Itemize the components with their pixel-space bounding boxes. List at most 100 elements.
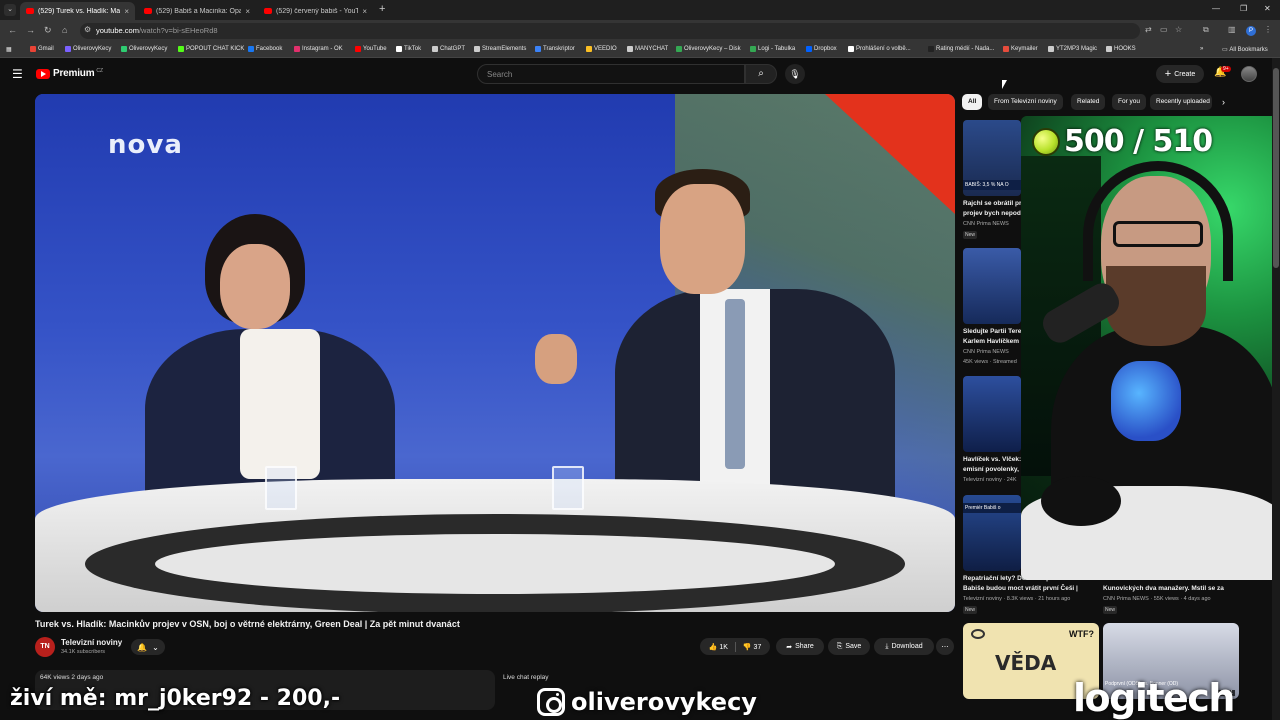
download-icon: ⤓	[885, 642, 889, 650]
recommendation-title[interactable]: Kunovických dva manažery. Mstil se za	[1103, 584, 1233, 594]
recommendation-title-line2[interactable]: projev bych nepodí	[963, 209, 1023, 219]
chip-recently-uploaded[interactable]: Recently uploaded	[1150, 94, 1212, 110]
subscription-notifications-button[interactable]: 🔔 ⌄	[131, 639, 165, 655]
more-actions-button[interactable]: ⋯	[936, 638, 954, 655]
recommendation-title-line2[interactable]: Karlem Havlíčkem	[963, 337, 1023, 347]
maximize-icon[interactable]: ❐	[1240, 4, 1247, 13]
channel-name[interactable]: Televizní noviny	[61, 638, 122, 647]
water-glass	[552, 466, 584, 510]
translate-icon[interactable]: ⇄	[1145, 25, 1152, 34]
bookmark-item[interactable]: Rating médií - Nada...	[928, 46, 994, 52]
chevron-right-icon[interactable]: ›	[1222, 97, 1225, 107]
bookmark-item[interactable]: YouTube	[355, 46, 387, 52]
url-path: /watch?v=bi-sEHeoRd8	[138, 26, 218, 35]
channel-avatar[interactable]: TN	[35, 637, 55, 657]
bookmark-star-icon[interactable]: ☆	[1175, 25, 1182, 34]
recommendation-title[interactable]: Sledujte Partii Terez	[963, 327, 1023, 337]
voice-search-button[interactable]: 🎙	[785, 64, 805, 84]
sidepanel-icon[interactable]: ▥	[1228, 25, 1236, 34]
search-button[interactable]: ⌕	[745, 64, 777, 84]
chip-from-channel[interactable]: From Televizní noviny	[988, 94, 1063, 110]
kebab-menu-icon[interactable]: ⋮	[1264, 25, 1272, 34]
like-dislike-group: 👍 1K 👎 37	[700, 638, 770, 655]
bookmark-favicon-icon	[676, 46, 682, 52]
home-icon[interactable]: ⌂	[62, 25, 67, 35]
create-button[interactable]: + Create	[1156, 65, 1204, 83]
chip-all[interactable]: All	[962, 94, 983, 110]
tab-search-icon[interactable]: ⌄	[4, 4, 16, 16]
bookmark-item[interactable]: OliverovyKecy – Disk	[676, 46, 741, 52]
bookmark-item[interactable]: Transkriptor	[535, 46, 575, 52]
profile-avatar[interactable]: P	[1246, 26, 1256, 36]
chip-related[interactable]: Related	[1071, 94, 1106, 110]
donation-alert: živí mě: mr_j0ker92 - 200,-	[10, 686, 341, 711]
video-title: Turek vs. Hladík: Macinkův projev v OSN,…	[35, 619, 460, 629]
dislike-count: 37	[753, 643, 762, 651]
recommendation-thumbnail[interactable]: Premiér Babiš o	[963, 495, 1021, 571]
bookmark-item[interactable]: Keymailer	[1003, 46, 1038, 52]
hamburger-menu-icon[interactable]: ☰	[12, 67, 23, 81]
bookmark-item[interactable]: Gmail	[30, 46, 54, 52]
share-button[interactable]: ➦ Share	[776, 638, 824, 655]
page-scrollbar[interactable]	[1272, 58, 1280, 720]
all-bookmarks[interactable]: ▭ All Bookmarks	[1222, 46, 1268, 54]
bookmark-item[interactable]: OliverovyKecy	[65, 46, 111, 52]
close-window-icon[interactable]: ✕	[1264, 4, 1271, 13]
recommendation-title-line2[interactable]: Babiše budou moct vrátit první Češi |	[963, 584, 1093, 594]
bookmark-item[interactable]: OliverovyKecy	[121, 46, 167, 52]
dislike-button[interactable]: 👎 37	[743, 643, 761, 651]
bookmark-item[interactable]: VEEDIO	[586, 46, 617, 52]
reload-icon[interactable]: ↻	[44, 25, 52, 36]
recommendation-thumbnail[interactable]	[963, 376, 1021, 452]
tennis-ball-icon	[1032, 127, 1060, 156]
bookmark-item[interactable]: Logi - Tabulka	[750, 46, 795, 52]
account-avatar[interactable]	[1241, 66, 1257, 82]
extensions-icon[interactable]: ⧉	[1203, 25, 1209, 35]
bookmark-favicon-icon	[432, 46, 438, 52]
close-tab-icon[interactable]: ×	[362, 7, 367, 16]
youtube-logo[interactable]: Premium CZ	[36, 68, 103, 79]
live-chat-replay[interactable]: Live chat replay	[503, 674, 549, 681]
search-icon: ⌕	[758, 68, 764, 79]
bookmark-item[interactable]: Facebook	[248, 46, 282, 52]
apps-grid-icon[interactable]: ▦	[6, 46, 12, 53]
site-info-icon[interactable]: ⚙	[84, 25, 91, 34]
recommendation-title-line2[interactable]: emisní povolenky,	[963, 465, 1023, 475]
browser-tab-3[interactable]: (529) červený babiš - YouTube ×	[258, 2, 373, 20]
recommendation-thumbnail[interactable]: BABIŠ: 3,5 % NA O	[963, 120, 1021, 196]
bookmark-favicon-icon	[1048, 46, 1054, 52]
like-button[interactable]: 👍 1K	[709, 643, 728, 651]
create-label: Create	[1174, 70, 1196, 78]
new-badge: New	[963, 231, 978, 239]
url-host: youtube.com	[96, 26, 139, 35]
download-button[interactable]: ⤓ Download	[874, 638, 934, 655]
bookmark-item[interactable]: TikTok	[396, 46, 421, 52]
cast-icon[interactable]: ▭	[1160, 25, 1168, 34]
bookmark-item[interactable]: MANYCHAT	[627, 46, 668, 52]
new-tab-button[interactable]: +	[379, 3, 385, 15]
recommendation-thumbnail[interactable]	[963, 248, 1021, 324]
search-input[interactable]: Search	[477, 64, 745, 84]
forward-icon[interactable]: →	[26, 25, 35, 35]
bookmark-item[interactable]: YT2MP3 Magic	[1048, 46, 1097, 52]
recommendation-title[interactable]: Havlíček vs. Vlček:	[963, 455, 1023, 465]
more-bookmarks-icon[interactable]: »	[1200, 46, 1203, 52]
bookmark-item[interactable]: StreamElements	[474, 46, 526, 52]
recommendation-title[interactable]: Rajchl se obrátil pr	[963, 199, 1023, 209]
video-player[interactable]: nova	[35, 94, 955, 612]
back-icon[interactable]: ←	[8, 25, 17, 35]
bookmark-item[interactable]: HOOKS	[1106, 46, 1136, 52]
browser-tab-1[interactable]: (529) Turek vs. Hladík: Macinkův ×	[20, 2, 135, 20]
browser-tab-2[interactable]: (529) Babiš a Macinka: Opatření ×	[138, 2, 256, 20]
save-button[interactable]: ⎘ Save	[828, 638, 870, 655]
close-tab-icon[interactable]: ×	[124, 7, 129, 16]
bookmark-item[interactable]: Prohlášení o volbě...	[848, 46, 911, 52]
bookmark-item[interactable]: Instagram - OK	[294, 46, 343, 52]
chip-for-you[interactable]: For you	[1112, 94, 1147, 110]
close-tab-icon[interactable]: ×	[245, 7, 250, 16]
bookmark-item[interactable]: ChatGPT	[432, 46, 465, 52]
minimize-icon[interactable]: —	[1212, 4, 1220, 13]
address-bar[interactable]: ⚙ youtube.com/watch?v=bi-sEHeoRd8	[80, 23, 1140, 39]
bookmark-item[interactable]: Dropbox	[806, 46, 837, 52]
bookmark-item[interactable]: POPOUT CHAT KICK	[178, 46, 244, 52]
